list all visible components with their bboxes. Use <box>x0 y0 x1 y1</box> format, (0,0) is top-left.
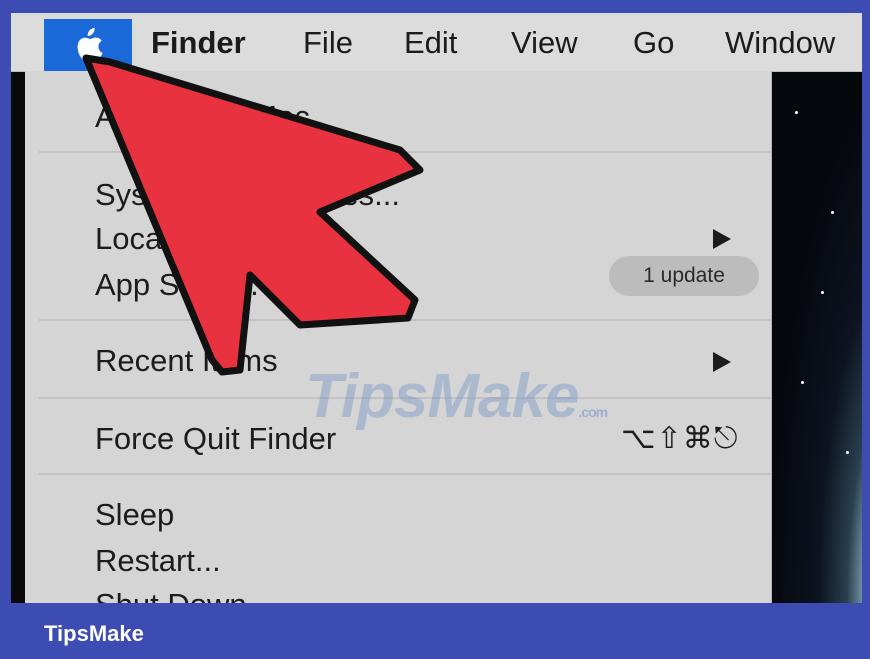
menu-file[interactable]: File <box>303 25 353 61</box>
menubar: Finder File Edit View Go Window <box>11 13 862 72</box>
apple-menu-dropdown: About This Mac System Preferences... Loc… <box>25 71 772 603</box>
menu-item-force-quit[interactable]: Force Quit Finder <box>95 421 336 457</box>
menu-item-shut-down[interactable]: Shut Down... <box>95 587 272 603</box>
apple-logo-icon <box>77 27 103 62</box>
menu-separator <box>39 151 771 153</box>
menu-item-about[interactable]: About This Mac <box>95 99 310 135</box>
menu-item-system-preferences[interactable]: System Preferences... <box>95 177 400 213</box>
desktop-background <box>771 71 862 603</box>
screen: Finder File Edit View Go Window About Th… <box>11 13 862 603</box>
menu-separator <box>39 473 771 475</box>
update-badge: 1 update <box>609 256 759 296</box>
triangle-right-icon <box>713 352 731 372</box>
menu-finder[interactable]: Finder <box>151 25 246 61</box>
force-quit-shortcut: ⌥⇧⌘⎋ <box>621 421 739 456</box>
watermark-text: TipsMake <box>305 362 579 431</box>
menu-separator <box>39 319 771 321</box>
footer-bar: TipsMake <box>0 603 870 659</box>
menu-window[interactable]: Window <box>725 25 835 61</box>
window-edge <box>11 71 25 603</box>
watermark-suffix: .com <box>578 404 608 420</box>
menu-item-location[interactable]: Location <box>95 221 212 257</box>
apple-menu-button[interactable] <box>44 19 132 71</box>
triangle-right-icon <box>713 229 731 249</box>
menu-view[interactable]: View <box>511 25 578 61</box>
menu-item-sleep[interactable]: Sleep <box>95 497 174 533</box>
menu-item-restart[interactable]: Restart... <box>95 543 221 579</box>
menu-item-app-store[interactable]: App Store... <box>95 267 259 303</box>
watermark: TipsMake.com <box>305 361 608 432</box>
footer-brand: TipsMake <box>44 621 144 646</box>
menu-item-recent-items[interactable]: Recent Items <box>95 343 278 379</box>
menu-go[interactable]: Go <box>633 25 674 61</box>
menu-edit[interactable]: Edit <box>404 25 457 61</box>
